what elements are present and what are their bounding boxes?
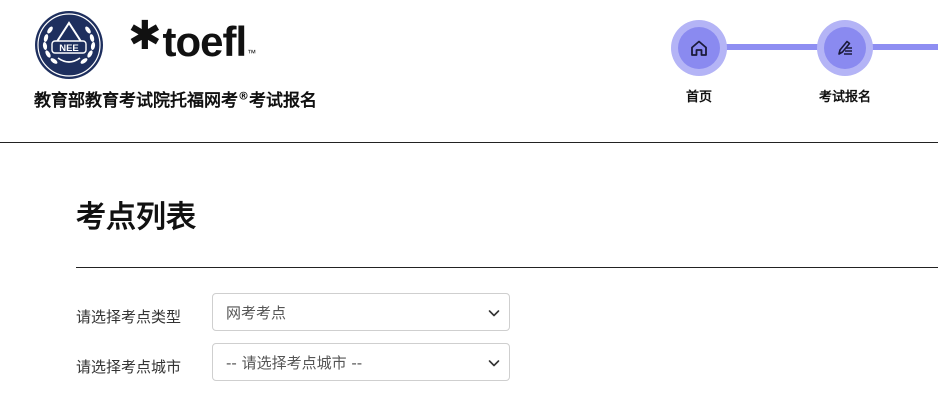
site-header: NEE ✱ toefl ™ 教育部教育考试院托福网考®考试报名 首页 考试报名 (0, 0, 938, 143)
title-divider (76, 267, 938, 268)
edit-list-icon (838, 40, 852, 55)
exam-site-type-label: 请选择考点类型 (76, 307, 182, 326)
exam-site-city-row: 请选择考点城市 -- 请选择考点城市 -- (76, 343, 510, 381)
page-title: 考点列表 (76, 200, 196, 235)
page: NEE ✱ toefl ™ 教育部教育考试院托福网考®考试报名 首页 考试报名 … (0, 0, 938, 416)
step-register-button[interactable] (817, 20, 873, 76)
step-progress: 首页 考试报名 (0, 0, 938, 143)
exam-site-type-value: 网考考点 (226, 303, 287, 322)
step-register-circle (824, 27, 866, 69)
exam-site-type-select[interactable]: 网考考点 (212, 293, 510, 331)
step-home-label[interactable]: 首页 (686, 86, 712, 105)
exam-site-type-row: 请选择考点类型 网考考点 (76, 293, 510, 331)
exam-site-city-select[interactable]: -- 请选择考点城市 -- (212, 343, 510, 381)
chevron-down-icon (488, 360, 500, 367)
exam-site-city-value: -- 请选择考点城市 -- (226, 353, 363, 372)
exam-site-city-label: 请选择考点城市 (76, 357, 182, 376)
step-home-circle (678, 27, 720, 69)
step-register-label[interactable]: 考试报名 (819, 86, 871, 105)
step-home-button[interactable] (671, 20, 727, 76)
chevron-down-icon (488, 310, 500, 317)
home-icon (691, 40, 707, 56)
